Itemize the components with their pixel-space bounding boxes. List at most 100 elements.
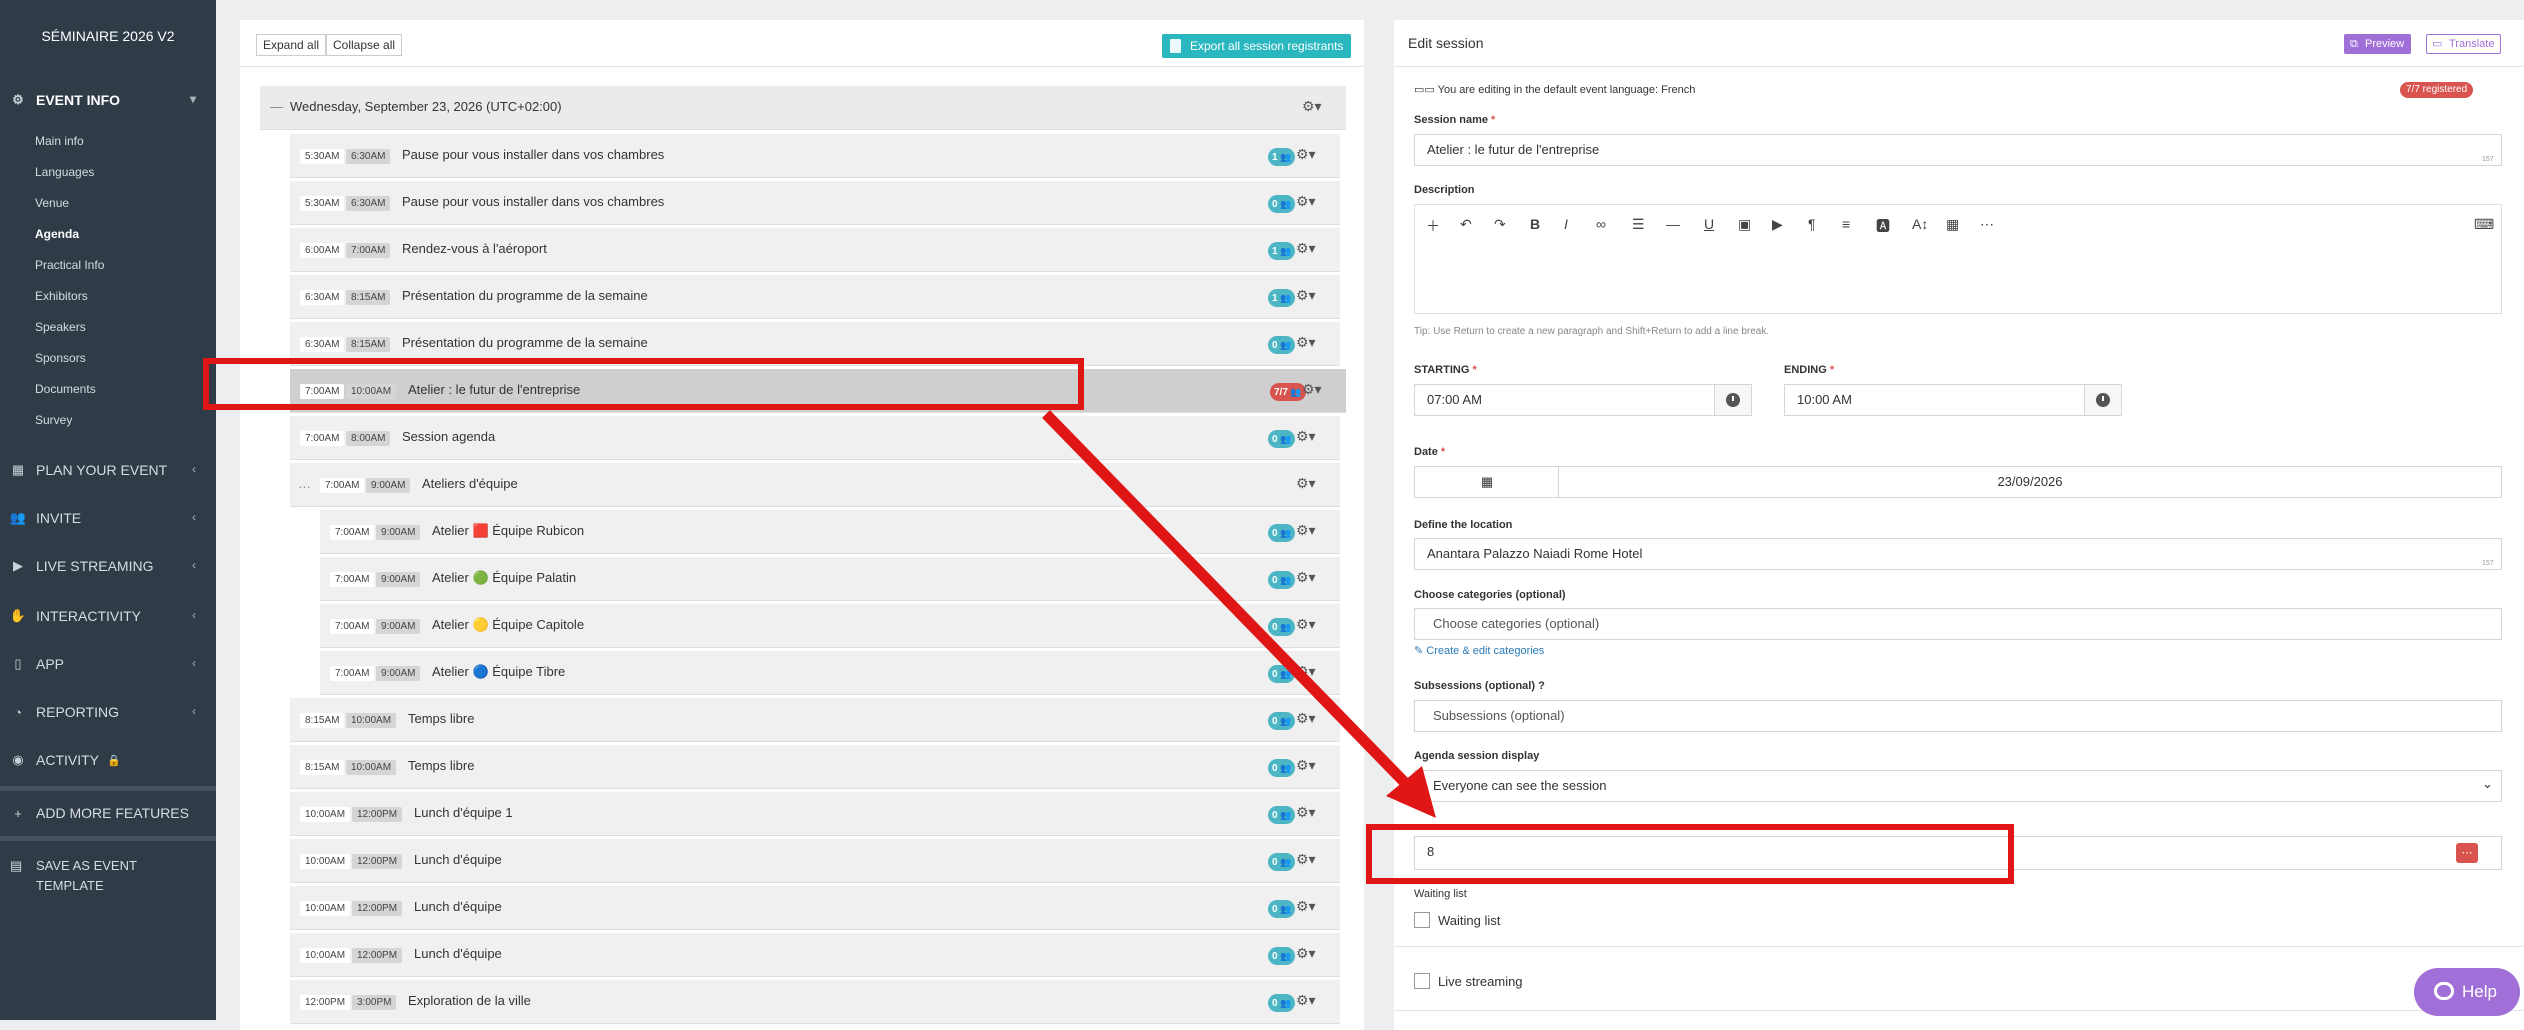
gear-icon[interactable]: ⚙▾ [1296,287,1316,304]
starting-clock-button[interactable] [1714,384,1752,416]
ending-clock-button[interactable] [2084,384,2122,416]
gear-icon[interactable]: ⚙▾ [1296,710,1316,727]
sidebar-section-interactivity[interactable]: ✋ INTERACTIVITY ‹ [0,600,216,632]
create-categories-link[interactable]: ✎ Create & edit categories [1414,644,1544,657]
sidebar-item-survey[interactable]: Survey [35,413,72,427]
keyboard-icon[interactable]: ⌨ [2474,216,2494,233]
gear-icon[interactable]: ⚙▾ [1296,804,1316,821]
collapse-all-button[interactable]: Collapse all [326,34,403,56]
live-streaming-checkbox[interactable] [1414,973,1430,989]
gear-icon[interactable]: ⚙▾ [1302,98,1322,115]
gear-icon[interactable]: ⚙▾ [1296,475,1316,492]
bold-icon[interactable]: B [1530,216,1540,232]
session-row[interactable]: 8:15AM 10:00AM Temps libre 0 👥 ⚙▾ [290,745,1340,789]
session-row[interactable]: 6:30AM 8:15AM Présentation du programme de… [290,275,1340,319]
undo-icon[interactable]: ↶ [1460,216,1472,233]
gear-icon[interactable]: ⚙▾ [1302,381,1322,398]
sidebar-section-live-streaming[interactable]: ▶ LIVE STREAMING ‹ [0,550,216,582]
plus-icon[interactable]: ＋ [1426,216,1440,236]
session-row[interactable]: 7:00AM 9:00AM Atelier 🔵 Équipe Tibre 0 👥 ⚙▾ [320,651,1340,695]
gear-icon[interactable]: ⚙▾ [1296,663,1316,680]
sidebar-item-speakers[interactable]: Speakers [35,320,86,334]
session-row[interactable]: 7:00AM 9:00AM Atelier 🟢 Équipe Palatin 0 👥 ⚙… [320,557,1340,601]
ending-time-input[interactable]: 10:00 AM [1784,384,2086,416]
sidebar-item-exhibitors[interactable]: Exhibitors [35,289,88,303]
session-row[interactable]: 6:00AM 7:00AM Rendez-vous à l'aéroport 1 👥 ⚙… [290,228,1340,272]
sidebar-item-agenda[interactable]: Agenda [35,227,79,241]
expand-all-button[interactable]: Expand all [256,34,327,56]
waiting-list-checkbox[interactable] [1414,912,1430,928]
underline-icon[interactable]: U [1704,216,1714,232]
sidebar-section-plan[interactable]: ▦ PLAN YOUR EVENT ‹ [0,454,216,486]
gear-icon[interactable]: ⚙▾ [1296,428,1316,445]
gear-icon[interactable]: ⚙▾ [1296,945,1316,962]
image-icon[interactable]: ▣ [1738,216,1751,233]
gear-icon[interactable]: ⚙▾ [1296,898,1316,915]
gear-icon[interactable]: ⚙▾ [1296,616,1316,633]
gear-icon[interactable]: ⚙▾ [1296,334,1316,351]
session-row[interactable]: 5:30AM 6:30AM Pause pour vous installer da… [290,134,1340,178]
more-icon[interactable]: ⋯ [1980,216,1994,233]
gear-icon[interactable]: ⚙▾ [1296,992,1316,1009]
help-button[interactable]: Help [2414,968,2520,1016]
video-icon[interactable]: ▶ [1772,216,1783,233]
sidebar-section-activity[interactable]: ◉ ACTIVITY 🔒 [0,744,216,776]
gear-icon[interactable]: ⚙▾ [1296,569,1316,586]
align-icon[interactable]: ≡ [1842,216,1850,232]
text-color-icon[interactable]: 🅰 [1876,216,1890,236]
more-options-icon[interactable]: ⋯ [2456,843,2478,863]
session-name-input[interactable]: Atelier : le futur de l'entreprise [1414,134,2502,166]
categories-select[interactable]: Choose categories (optional) [1414,608,2502,640]
subsessions-select[interactable]: Subsessions (optional) [1414,700,2502,732]
session-row[interactable]: 7:00AM 8:00AM Session agenda 0 👥 ⚙▾ [290,416,1340,460]
gear-icon[interactable]: ⚙▾ [1296,757,1316,774]
table-icon[interactable]: ▦ [1946,216,1959,233]
font-size-icon[interactable]: A↕ [1912,216,1928,232]
session-row[interactable]: 5:30AM 6:30AM Pause pour vous installer da… [290,181,1340,225]
session-row[interactable]: 12:00PM 3:00PM Exploration de la ville 0 👥 ⚙… [290,980,1340,1024]
sidebar-item-sponsors[interactable]: Sponsors [35,351,86,365]
expand-icon[interactable]: … [298,476,311,491]
add-more-features-button[interactable]: + ADD MORE FEATURES [0,797,216,829]
gear-icon[interactable]: ⚙▾ [1296,522,1316,539]
gear-icon[interactable]: ⚙▾ [1296,193,1316,210]
save-icon: ▤ [10,858,23,873]
sidebar-section-event-info[interactable]: ⚙ EVENT INFO ▾ [0,84,216,116]
session-row[interactable]: 10:00AM 12:00PM Lunch d'équipe 0 👥 ⚙▾ [290,839,1340,883]
sidebar-item-venue[interactable]: Venue [35,196,69,210]
paragraph-icon[interactable]: ¶ [1808,216,1816,232]
starting-time-input[interactable]: 07:00 AM [1414,384,1716,416]
session-row[interactable]: 10:00AM 12:00PM Lunch d'équipe 0 👥 ⚙▾ [290,886,1340,930]
session-group-row[interactable]: … 7:00AM 9:00AM Ateliers d'équipe ⚙▾ [290,463,1340,507]
sidebar-item-main-info[interactable]: Main info [35,134,84,148]
gear-icon[interactable]: ⚙▾ [1296,851,1316,868]
session-row[interactable]: 8:15AM 10:00AM Temps libre 0 👥 ⚙▾ [290,698,1340,742]
calendar-button[interactable]: ▦ [1414,466,1560,498]
export-registrants-button[interactable]: Export all session registrants [1162,34,1352,58]
sidebar-section-app[interactable]: ▯ APP ‹ [0,648,216,680]
sidebar-section-reporting[interactable]: ◔ REPORTING ‹ [0,696,216,728]
sidebar-item-languages[interactable]: Languages [35,165,94,179]
sidebar-section-invite[interactable]: 👥 INVITE ‹ [0,502,216,534]
session-row[interactable]: 7:00AM 9:00AM Atelier 🟥 Équipe Rubicon 0 👥 ⚙… [320,510,1340,554]
registrants-count-badge: 0 👥 [1268,759,1296,777]
redo-icon[interactable]: ↷ [1494,216,1506,233]
gear-icon[interactable]: ⚙▾ [1296,240,1316,257]
session-row[interactable]: 10:00AM 12:00PM Lunch d'équipe 0 👥 ⚙▾ [290,933,1340,977]
horizontal-rule-icon[interactable]: — [1666,216,1680,232]
italic-icon[interactable]: I [1564,216,1568,232]
location-input[interactable]: Anantara Palazzo Naiadi Rome Hotel [1414,538,2502,570]
sidebar-item-practical-info[interactable]: Practical Info [35,258,104,272]
gear-icon[interactable]: ⚙▾ [1296,146,1316,163]
list-icon[interactable]: ☰ [1632,216,1645,233]
day-header[interactable]: — Wednesday, September 23, 2026 (UTC+02:… [260,86,1346,130]
session-row[interactable]: 10:00AM 12:00PM Lunch d'équipe 1 0 👥 ⚙▾ [290,792,1340,836]
preview-button[interactable]: ⧉ Preview [2344,34,2412,54]
save-as-template-button[interactable]: ▤ SAVE AS EVENT TEMPLATE [10,856,200,896]
date-input[interactable]: 23/09/2026 [1558,466,2502,498]
sidebar-item-documents[interactable]: Documents [35,382,96,396]
translate-button[interactable]: ▭ Translate [2426,34,2502,54]
session-row[interactable]: 7:00AM 9:00AM Atelier 🟡 Équipe Capitole 0 👥… [320,604,1340,648]
link-icon[interactable]: ∞ [1596,216,1606,232]
display-select[interactable]: Everyone can see the session [1414,770,2502,802]
